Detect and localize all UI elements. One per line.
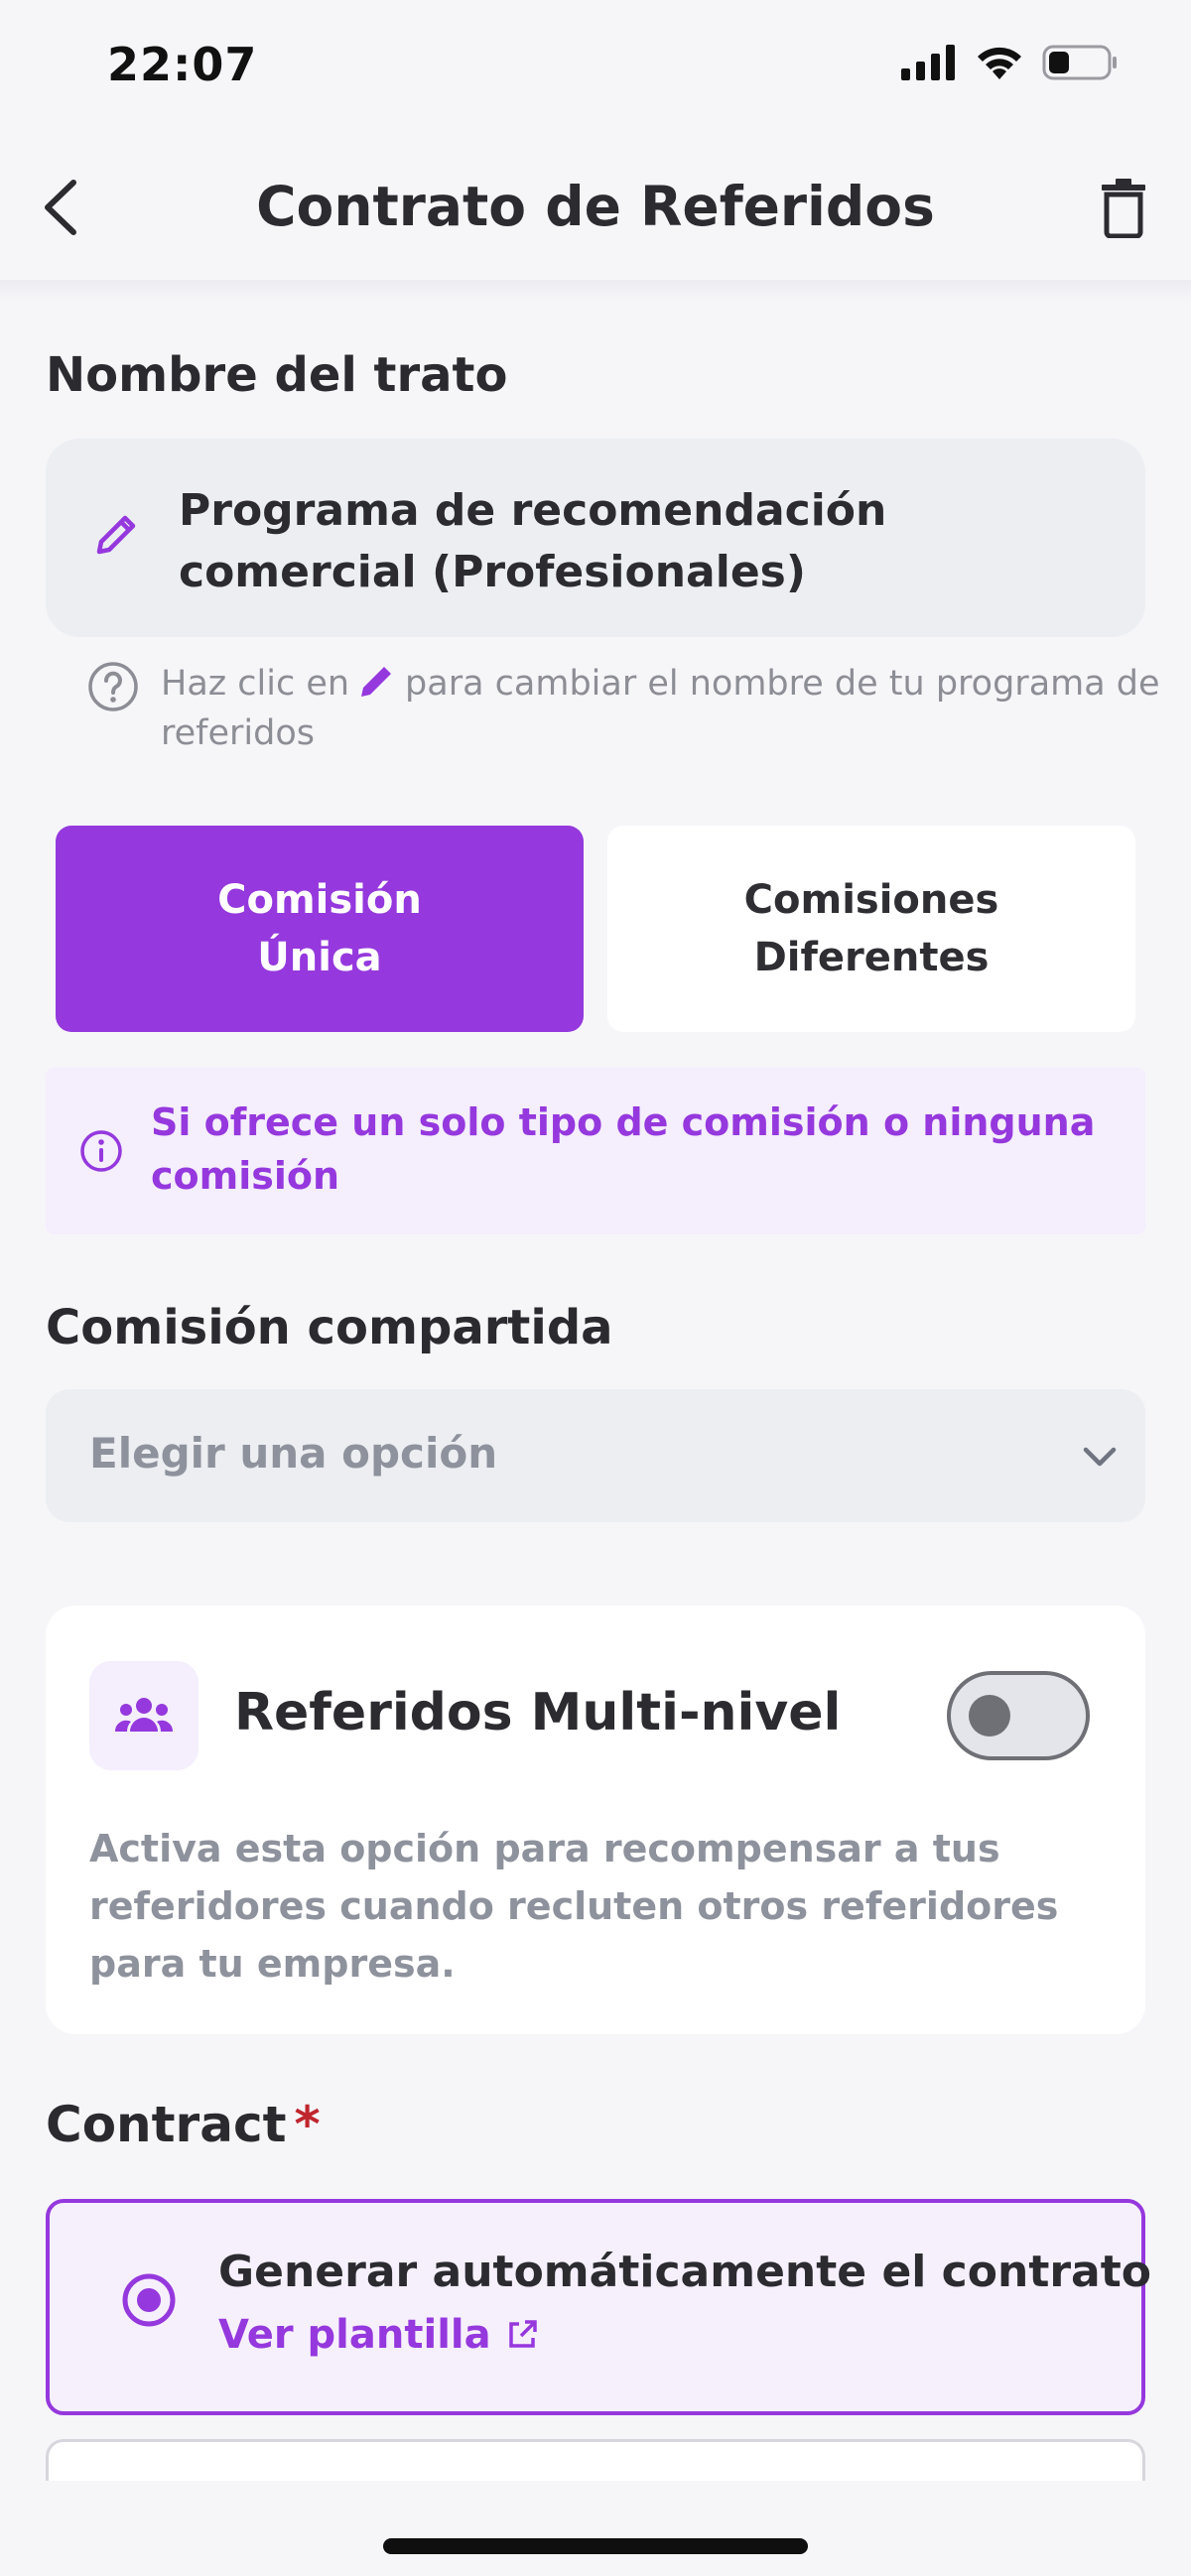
home-indicator	[383, 2538, 808, 2554]
multi-level-title: Referidos Multi-nivel	[234, 1683, 842, 1742]
tab-label-line2: Diferentes	[753, 935, 990, 980]
question-circle-icon	[88, 662, 138, 711]
tab-label-line1: Comisiones	[743, 877, 999, 923]
chevron-down-icon	[1083, 1447, 1117, 1467]
delete-button[interactable]	[1100, 179, 1147, 239]
contract-option-auto[interactable]: Generar automáticamente el contrato Ver …	[46, 2199, 1151, 2415]
shared-commission-select[interactable]: Elegir una opción	[46, 1389, 1145, 1522]
users-icon	[114, 1698, 174, 1732]
signal-icon	[901, 45, 955, 80]
battery-icon	[1042, 45, 1117, 80]
header-divider	[0, 280, 1191, 302]
select-placeholder: Elegir una opción	[89, 1429, 498, 1478]
contract-option-title: Generar automáticamente el contrato	[218, 2247, 1152, 2297]
view-template-label: Ver plantilla	[218, 2312, 491, 2358]
multi-level-toggle[interactable]	[947, 1671, 1090, 1760]
status-icons	[901, 44, 1118, 81]
deal-name-value: Programa de recomendación comercial (Pro…	[179, 485, 887, 597]
pencil-icon	[96, 515, 136, 555]
multi-level-description: Activa esta opción para recompensar a tu…	[89, 1827, 1059, 1986]
multi-level-card: Referidos Multi-nivel Activa esta opción…	[46, 1606, 1145, 2034]
view-template-link[interactable]: Ver plantilla	[218, 2312, 539, 2358]
wifi-icon	[978, 47, 1021, 79]
page-title: Contrato de Referidos	[256, 175, 935, 238]
tab-label-line1: Comisión	[217, 877, 422, 923]
radio-selected-icon	[122, 2273, 176, 2327]
info-banner: Si ofrece un solo tipo de comisión o nin…	[46, 1068, 1145, 1234]
contract-label: Contract *	[46, 2096, 321, 2153]
bottom-safe-area	[0, 2481, 1191, 2576]
help-text-prefix: Haz clic en	[161, 664, 350, 704]
required-mark: *	[294, 2096, 321, 2153]
tab-comision-unica[interactable]: Comisión Única	[56, 826, 584, 1032]
tab-comisiones-diferentes[interactable]: Comisiones Diferentes	[607, 826, 1135, 1032]
info-icon	[80, 1130, 122, 1172]
deal-name-field[interactable]: Programa de recomendación comercial (Pro…	[46, 439, 1145, 637]
external-link-icon	[508, 2320, 537, 2348]
deal-name-label: Nombre del trato	[46, 347, 508, 403]
contract-label-text: Contract	[46, 2096, 287, 2153]
shared-commission-label: Comisión compartida	[46, 1300, 613, 1355]
tab-label-line2: Única	[257, 935, 382, 980]
toggle-knob	[969, 1695, 1010, 1737]
status-time: 22:07	[107, 38, 258, 91]
multi-level-icon-box	[89, 1661, 198, 1770]
trash-icon	[1102, 179, 1145, 239]
info-banner-text: Si ofrece un solo tipo de comisión o nin…	[151, 1100, 1096, 1198]
pencil-icon	[361, 667, 392, 697]
